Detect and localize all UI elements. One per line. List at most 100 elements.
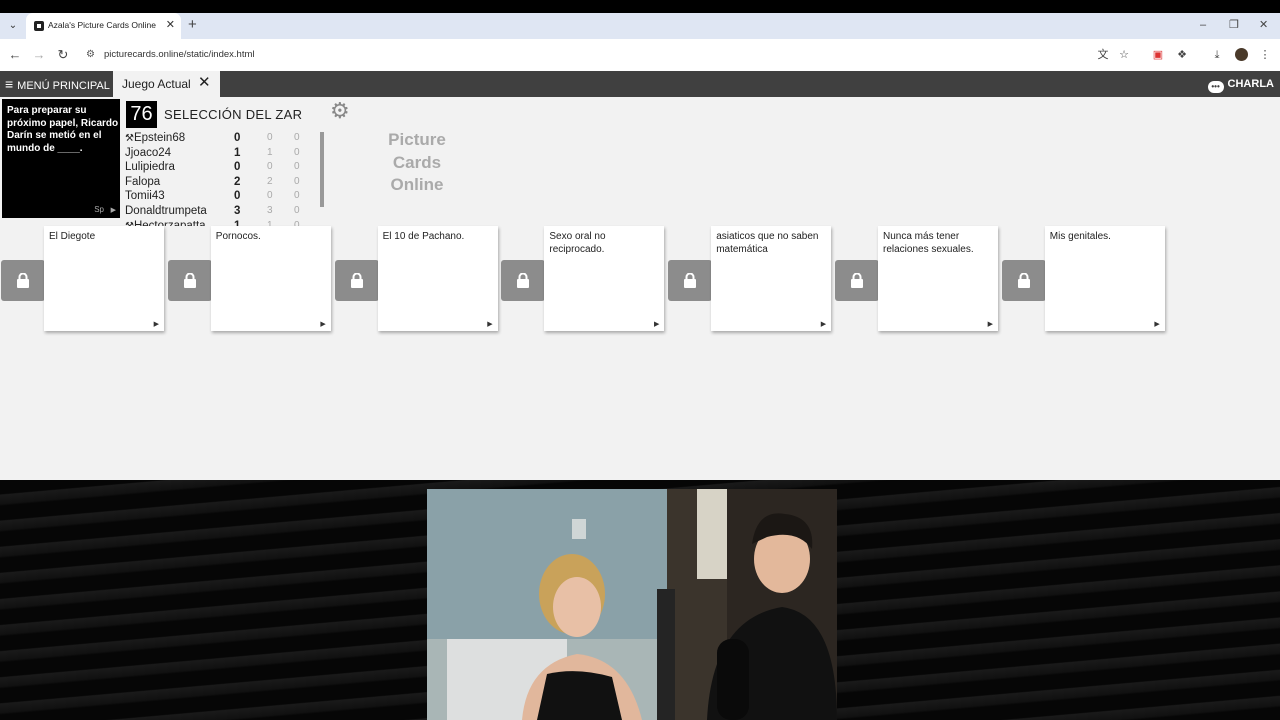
white-card-arrow-icon: ▶	[987, 321, 993, 328]
bookmark-star-icon[interactable]: ☆	[1117, 48, 1131, 62]
close-tab-icon[interactable]: ✕	[166, 18, 175, 32]
settings-gear-icon[interactable]: ⚙	[330, 99, 350, 123]
webcam-feed	[427, 489, 837, 720]
player-score: 0	[234, 190, 241, 203]
player-stat: 1	[267, 146, 273, 158]
url-text: picturecards.online/static/index.html	[104, 49, 255, 60]
lock-card-button[interactable]	[501, 260, 546, 301]
favicon-icon	[34, 21, 44, 31]
address-bar[interactable]: ⚙ picturecards.online/static/index.html	[80, 43, 1142, 67]
player-stat: 0	[294, 175, 300, 187]
download-icon[interactable]: ⤓	[1210, 48, 1224, 62]
extension-record-icon[interactable]: ▣	[1151, 48, 1165, 62]
lock-card-button[interactable]	[1001, 260, 1046, 301]
player-score: 2	[234, 175, 241, 188]
player-stat: 0	[267, 190, 273, 202]
black-card-text: Para preparar su próximo papel, Ricardo …	[7, 105, 119, 154]
close-game-icon[interactable]: ✕	[198, 74, 211, 92]
chat-bubble-icon: •••	[1207, 81, 1224, 93]
white-card[interactable]: Nunca más tener relaciones sexuales. ▶	[878, 226, 998, 331]
lock-icon	[17, 273, 29, 288]
app-logo: Picture Cards Online	[362, 129, 472, 197]
judge-gavel-icon: ⚒	[125, 133, 134, 144]
white-card[interactable]: Pornocos. ▶	[210, 226, 331, 331]
main-menu-button[interactable]: ≡ MENÚ PRINCIPAL	[5, 71, 110, 97]
lock-card-button[interactable]	[668, 260, 713, 301]
new-tab-icon[interactable]: +	[188, 17, 197, 33]
white-card-arrow-icon: ▶	[153, 321, 159, 328]
reload-icon[interactable]: ↻	[55, 47, 71, 63]
white-card-text: Nunca más tener relaciones sexuales.	[883, 231, 974, 255]
menu-kebab-icon[interactable]: ⋮	[1258, 48, 1272, 62]
white-card-arrow-icon: ▶	[820, 321, 827, 328]
player-stat: 0	[294, 190, 300, 202]
player-stat: 0	[294, 132, 300, 143]
lock-card-button[interactable]	[334, 260, 379, 301]
player-name-text: Donaldtrumpeta	[125, 204, 207, 217]
player-name-text: Epstein68	[133, 132, 186, 144]
round-status: SELECCIÓN DEL ZAR	[164, 107, 303, 122]
white-card-arrow-icon: ▶	[654, 321, 660, 328]
lock-icon	[517, 273, 530, 288]
black-card-deck: Sp	[94, 205, 104, 214]
browser-tabstrip: ⌄ Azala's Picture Cards Online ✕ + – ❐ ✕	[0, 13, 1280, 39]
scoreboard-scrollbar[interactable]	[320, 132, 324, 207]
black-card-arrow-icon: ▶	[110, 207, 116, 214]
player-stat: 0	[294, 146, 300, 158]
player-name-text: Lulipiedra	[125, 161, 175, 174]
chat-button[interactable]: ••• CHARLA	[1207, 71, 1274, 97]
lock-card-button[interactable]	[835, 260, 879, 301]
logo-line: Cards	[392, 152, 442, 172]
profile-avatar[interactable]	[1235, 48, 1248, 61]
white-card-text: Sexo oral no reciprocado.	[549, 231, 606, 255]
webcam-image	[427, 489, 837, 720]
player-score: 1	[234, 146, 241, 159]
player-name: Lulipiedra	[125, 161, 175, 173]
white-card-arrow-icon: ▶	[487, 321, 493, 328]
white-card-text: El 10 de Pachano.	[382, 231, 465, 242]
white-card[interactable]: Sexo oral no reciprocado. ▶	[544, 226, 665, 331]
lock-icon	[350, 273, 363, 288]
player-stat: 0	[267, 132, 273, 143]
player-stat: 0	[294, 161, 300, 173]
lock-card-button[interactable]	[1, 260, 45, 301]
extensions-icon[interactable]: ❖	[1175, 48, 1189, 62]
back-icon[interactable]: ←	[7, 47, 23, 63]
minimize-icon[interactable]: –	[1200, 18, 1206, 32]
lock-icon	[684, 273, 697, 288]
logo-line: Online	[390, 175, 444, 194]
lock-card-button[interactable]	[167, 260, 212, 301]
tab-current-game[interactable]: Juego Actual ✕	[113, 71, 220, 97]
white-card[interactable]: asiaticos que no saben matemática ▶	[711, 226, 832, 331]
player-row: Falopa 2 2 0	[124, 176, 321, 191]
white-card-arrow-icon: ▶	[320, 321, 326, 328]
player-stat: 3	[267, 204, 273, 216]
close-window-icon[interactable]: ✕	[1259, 18, 1268, 32]
player-row: Jjoaco24 1 1 0	[124, 147, 321, 162]
screen: ⌄ Azala's Picture Cards Online ✕ + – ❐ ✕…	[0, 0, 1280, 720]
restore-icon[interactable]: ❐	[1229, 18, 1239, 32]
player-stat: 0	[267, 161, 273, 173]
browser-tab-active[interactable]: Azala's Picture Cards Online ✕	[26, 13, 181, 39]
hamburger-icon: ≡	[5, 76, 14, 92]
site-info-icon[interactable]: ⚙	[86, 49, 95, 60]
tab-search-icon[interactable]: ⌄	[5, 18, 21, 34]
game-app: ≡ MENÚ PRINCIPAL Juego Actual ✕ ••• CHARLA…	[0, 71, 1280, 480]
white-card[interactable]: Mis genitales. ▶	[1044, 226, 1165, 331]
player-score: 0	[234, 161, 241, 174]
browser-toolbar: ← → ↻ ⚙ picturecards.online/static/index…	[0, 39, 1280, 71]
player-row: Lulipiedra 0 0 0	[124, 161, 321, 176]
player-score: 0	[234, 132, 241, 144]
white-card[interactable]: El 10 de Pachano. ▶	[377, 226, 498, 331]
white-card-text: El Diegote	[49, 231, 96, 242]
black-card: Para preparar su próximo papel, Ricardo …	[2, 99, 120, 218]
white-card-arrow-icon: ▶	[1154, 321, 1160, 328]
translate-icon[interactable]: 文	[1096, 48, 1110, 62]
player-name-text: Falopa	[125, 175, 161, 188]
player-name: Falopa	[125, 176, 160, 188]
white-card-text: asiaticos que no saben matemática	[716, 231, 819, 255]
player-name: Tomii43	[125, 190, 165, 202]
white-card[interactable]: El Diegote ▶	[44, 226, 164, 331]
player-row: Tomii43 0 0 0	[124, 190, 321, 205]
forward-icon[interactable]: →	[31, 47, 47, 63]
